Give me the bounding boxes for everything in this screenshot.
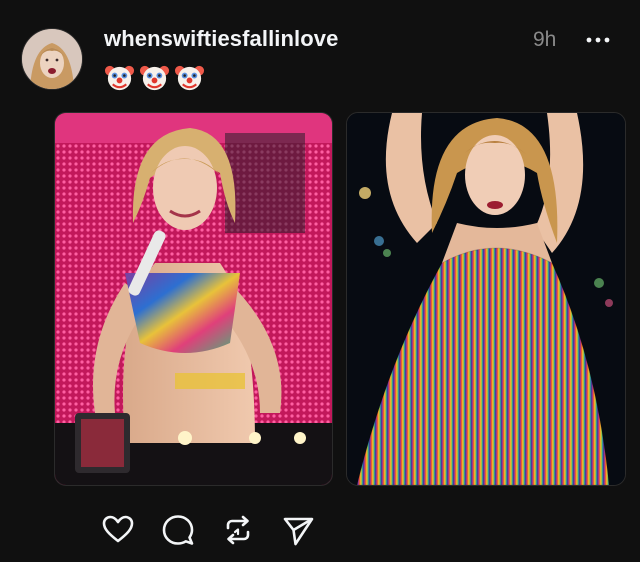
comment-bubble-icon (162, 515, 194, 545)
post-image-2[interactable] (346, 112, 626, 486)
repost-icon (226, 515, 250, 545)
username[interactable]: whenswiftiesfallinlove (104, 26, 338, 52)
post-actions (100, 512, 316, 548)
clown-emoji-icon (104, 62, 135, 93)
post-text: 🤡🤡🤡 (104, 62, 205, 93)
profile-avatar[interactable] (21, 28, 83, 90)
post-timestamp: 9h (533, 28, 557, 51)
like-button[interactable] (100, 512, 136, 548)
more-dots-icon[interactable] (583, 30, 613, 50)
clown-emoji-icon (174, 62, 205, 93)
heart-icon (102, 515, 134, 543)
share-button[interactable] (280, 512, 316, 548)
reply-button[interactable] (160, 512, 196, 548)
send-icon (283, 517, 314, 546)
clown-emoji-icon (139, 62, 170, 93)
post-image-1[interactable] (54, 112, 333, 486)
repost-button[interactable] (220, 512, 256, 548)
